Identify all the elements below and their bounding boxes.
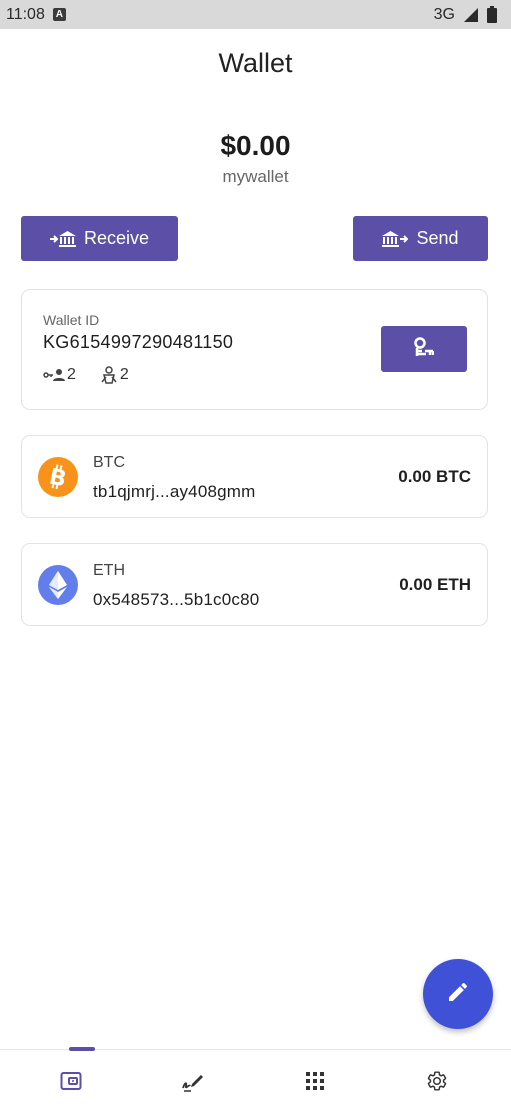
send-button-label: Send: [416, 228, 459, 248]
receive-button-label: Receive: [83, 228, 150, 248]
status-left: 11:08 A: [6, 6, 66, 24]
signers-count-item: 2: [100, 366, 129, 384]
send-button[interactable]: Send: [353, 216, 488, 261]
bitcoin-icon: B: [38, 457, 78, 497]
nav-wallet[interactable]: [10, 1047, 132, 1117]
signers-icon: [100, 366, 118, 384]
nav-apps[interactable]: [254, 1050, 376, 1117]
ethereum-icon: [38, 565, 78, 605]
key-icon: [414, 336, 435, 362]
gear-icon: [426, 1070, 448, 1097]
nav-settings[interactable]: [376, 1050, 498, 1117]
bottom-navigation: [0, 1047, 511, 1117]
total-balance: $0.00: [220, 130, 291, 161]
send-bank-icon: [382, 230, 409, 248]
keys-button[interactable]: [381, 326, 467, 372]
wallet-id-label: Wallet ID: [43, 312, 100, 328]
keys-count-item: 2: [43, 366, 76, 384]
battery-icon: [487, 6, 497, 23]
coin-card-btc[interactable]: B BTC tb1qjmrj...ay408gmm 0.00 BTC: [21, 435, 488, 518]
coin-symbol: ETH: [93, 562, 125, 579]
edit-fab-button[interactable]: [423, 959, 493, 1029]
coin-balance: 0.00 BTC: [398, 467, 471, 486]
status-bar: 11:08 A 3G: [0, 0, 511, 29]
wallet-icon: [60, 1071, 82, 1096]
wallet-id-value: KG6154997290481150: [43, 332, 234, 352]
page-title: Wallet: [218, 48, 293, 78]
signal-icon: [463, 7, 479, 23]
signers-count: 2: [119, 366, 129, 383]
pencil-icon: [446, 980, 470, 1009]
app-notification-icon: A: [52, 8, 66, 21]
nav-active-indicator: [69, 1047, 95, 1051]
signature-icon: [181, 1070, 205, 1097]
network-type: 3G: [433, 5, 455, 23]
coin-address: tb1qjmrj...ay408gmm: [93, 482, 256, 501]
coin-card-eth[interactable]: ETH 0x548573...5b1c0c80 0.00 ETH: [21, 543, 488, 626]
key-person-icon: [43, 368, 65, 382]
status-time: 11:08: [6, 5, 45, 23]
coin-balance: 0.00 ETH: [399, 575, 471, 594]
coin-address: 0x548573...5b1c0c80: [93, 590, 260, 609]
wallet-meta: 2 2: [43, 366, 129, 384]
receive-bank-icon: [49, 230, 76, 248]
keys-count: 2: [67, 366, 76, 383]
status-right: 3G: [434, 6, 497, 24]
wallet-name: mywallet: [222, 167, 289, 186]
coin-symbol: BTC: [93, 454, 125, 471]
receive-button[interactable]: Receive: [21, 216, 178, 261]
wallet-id-card: Wallet ID KG6154997290481150 2 2: [21, 289, 488, 410]
apps-grid-icon: [306, 1072, 324, 1095]
nav-sign[interactable]: [132, 1050, 254, 1117]
